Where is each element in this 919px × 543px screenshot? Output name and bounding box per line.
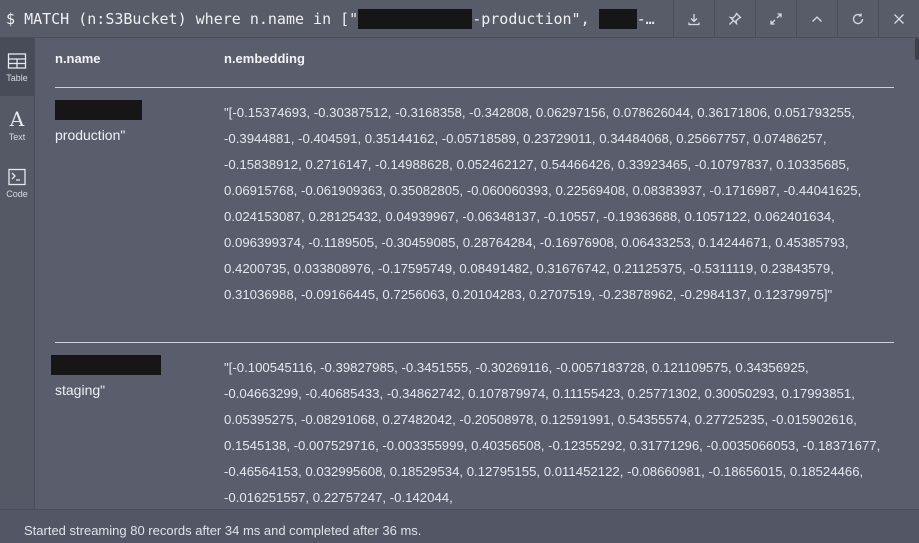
collapse-button[interactable]	[796, 0, 837, 38]
prompt-symbol: $	[6, 10, 16, 28]
row-divider	[55, 342, 894, 343]
download-button[interactable]	[673, 0, 714, 38]
view-tab-code[interactable]: Code	[0, 154, 34, 212]
code-icon	[8, 168, 26, 185]
row-divider	[55, 87, 894, 88]
bucket-name: staging"	[55, 382, 106, 398]
view-tab-label: Text	[8, 131, 26, 142]
column-header-embedding[interactable]: n.embedding	[224, 51, 305, 66]
embedding-cell: "[-0.15374693, -0.30387512, -0.3168358, …	[224, 105, 862, 302]
status-bar: Started streaming 80 records after 34 ms…	[0, 509, 919, 543]
query-part-2: -production",	[472, 10, 599, 28]
collapse-icon	[812, 16, 822, 22]
fullscreen-button[interactable]	[755, 0, 796, 38]
pin-icon	[728, 12, 742, 26]
query-bar: $ MATCH (n:S3Bucket) where n.name in [" -…	[0, 0, 919, 38]
redacted-block	[55, 100, 142, 120]
table-icon	[7, 52, 27, 69]
view-tab-table[interactable]: Table	[0, 38, 34, 96]
close-button[interactable]	[878, 0, 919, 38]
column-header-name[interactable]: n.name	[55, 51, 101, 66]
frame-actions	[673, 0, 919, 38]
redacted-block	[598, 9, 637, 29]
rerun-button[interactable]	[837, 0, 878, 38]
scrollbar-thumb[interactable]	[915, 38, 919, 60]
download-icon	[688, 14, 700, 26]
close-icon	[894, 14, 904, 24]
view-tab-label: Table	[6, 72, 28, 83]
view-tab-label: Code	[6, 188, 28, 199]
query-text[interactable]: $ MATCH (n:S3Bucket) where n.name in [" -…	[6, 9, 676, 29]
expand-icon	[770, 13, 782, 25]
name-cell: staging"	[51, 355, 211, 398]
redacted-block	[358, 9, 473, 29]
query-part-3: -…	[636, 10, 655, 28]
view-tab-text[interactable]: A Text	[0, 96, 34, 154]
query-part-1: MATCH (n:S3Bucket) where n.name in ["	[24, 10, 359, 28]
name-cell: production"	[55, 100, 215, 143]
embedding-cell: "[-0.100545116, -0.39827985, -0.3451555,…	[224, 360, 881, 505]
result-table: n.name n.embedding production" "[-0.1537…	[35, 38, 919, 509]
view-switcher: Table A Text Code	[0, 38, 35, 509]
pin-button[interactable]	[714, 0, 755, 38]
redacted-block	[51, 355, 161, 375]
text-icon: A	[9, 106, 25, 131]
query-result-frame: $ MATCH (n:S3Bucket) where n.name in [" -…	[0, 0, 919, 543]
rerun-icon	[852, 13, 864, 25]
bucket-name: production"	[55, 127, 126, 143]
